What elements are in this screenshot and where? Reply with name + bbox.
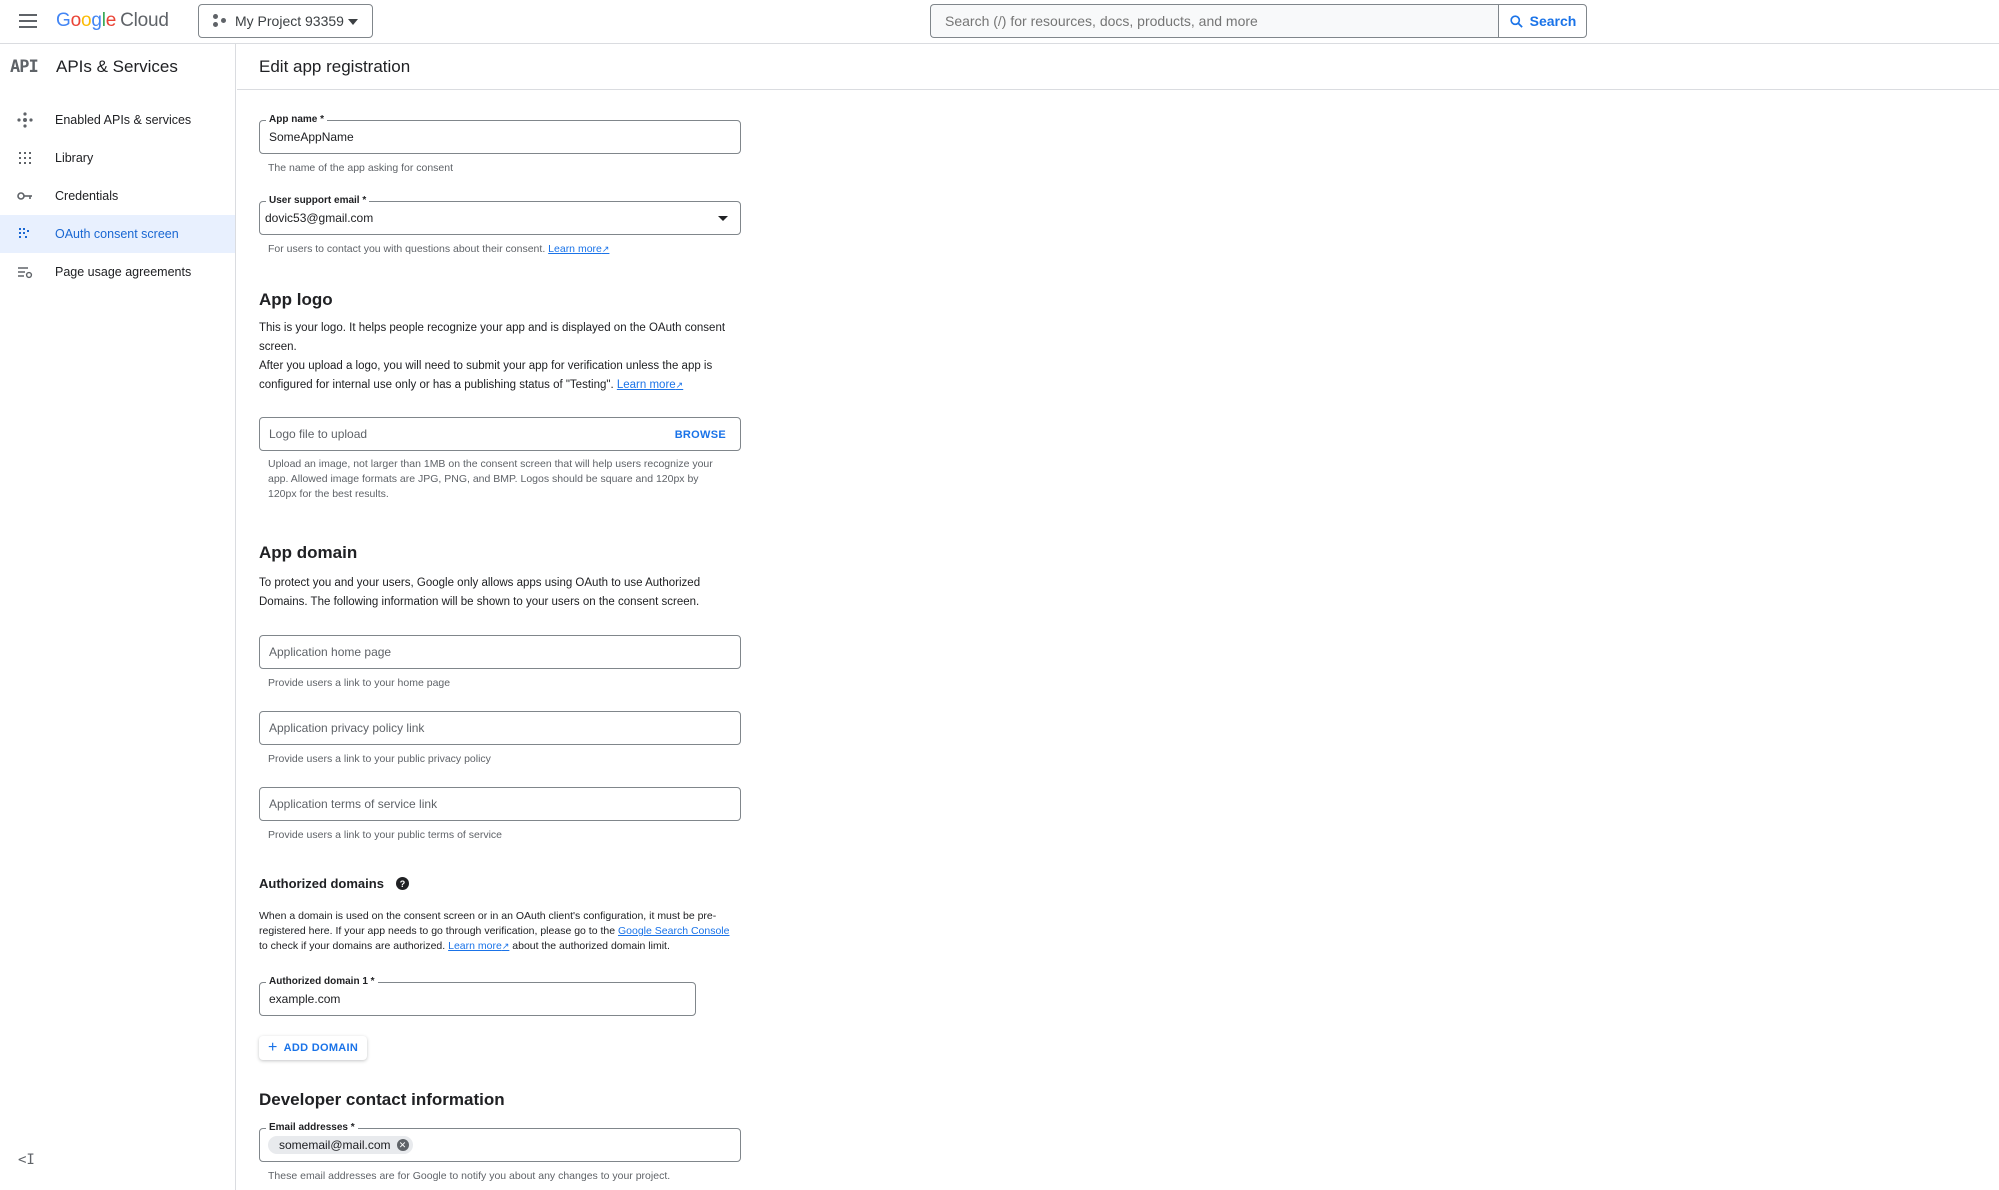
sidebar-item-page-usage[interactable]: Page usage agreements — [0, 253, 235, 291]
search-input[interactable] — [930, 4, 1498, 38]
external-link-icon: ↗ — [601, 244, 610, 254]
sidebar-title: APIs & Services — [56, 56, 178, 76]
add-domain-button[interactable]: + ADD DOMAIN — [259, 1036, 368, 1060]
app-domain-desc: To protect you and your users, Google on… — [259, 577, 701, 608]
search-icon — [1510, 14, 1523, 28]
app-domain-heading: App domain — [259, 543, 358, 562]
page-header: Edit app registration — [237, 44, 1999, 90]
app-logo-desc: This is your logo. It helps people recog… — [259, 322, 726, 353]
authorized-domain-1-field[interactable]: Authorized domain 1 * — [259, 976, 696, 1016]
authorized-domain-1-input[interactable] — [269, 992, 686, 1006]
page-title: Edit app registration — [259, 56, 411, 76]
home-page-hint: Provide users a link to your home page — [268, 677, 451, 689]
home-page-input[interactable] — [269, 645, 731, 659]
authorized-domains-desc: When a domain is used on the consent scr… — [259, 910, 730, 952]
app-name-field[interactable]: App name * — [259, 114, 741, 154]
authorized-domain-1-label: Authorized domain 1 * — [266, 976, 378, 988]
remove-chip-icon[interactable]: ✕ — [396, 1139, 409, 1151]
help-icon[interactable]: ? — [395, 877, 409, 890]
sidebar-header: API APIs & Services — [0, 44, 235, 89]
search-button-label: Search — [1529, 13, 1577, 29]
edit-app-form: App name * The name of the app asking fo… — [259, 90, 741, 1184]
logo-upload-input[interactable] — [269, 427, 731, 441]
collapse-sidebar-icon[interactable]: <I — [18, 1152, 35, 1168]
developer-email-field[interactable]: Email addresses * somemail@mail.com ✕ — [259, 1122, 741, 1162]
support-email-select[interactable]: User support email * dovic53@gmail.com — [259, 195, 741, 235]
app-name-label: App name * — [266, 114, 328, 126]
top-bar: Google Cloud My Project 93359 Search — [0, 0, 1999, 44]
sidebar-item-credentials[interactable]: Credentials — [0, 177, 235, 215]
consent-icon — [16, 225, 34, 243]
terms-of-service-hint: Provide users a link to your public term… — [268, 829, 503, 841]
privacy-policy-input[interactable] — [269, 721, 731, 735]
email-chip: somemail@mail.com ✕ — [268, 1136, 413, 1154]
learn-more-link[interactable]: Learn more↗ — [448, 940, 509, 952]
developer-email-hint: These email addresses are for Google to … — [268, 1170, 671, 1182]
sidebar-item-library[interactable]: Library — [0, 139, 235, 177]
api-badge: API — [10, 56, 39, 77]
app-logo-desc-verification: After you upload a logo, you will need t… — [259, 360, 713, 391]
privacy-policy-field[interactable] — [259, 711, 741, 745]
browse-button[interactable]: BROWSE — [675, 429, 726, 441]
sidebar-item-oauth-consent[interactable]: OAuth consent screen — [0, 215, 235, 253]
sidebar-item-label: Enabled APIs & services — [55, 113, 192, 127]
terms-of-service-input[interactable] — [269, 797, 731, 811]
sidebar-item-label: Library — [55, 151, 94, 165]
support-email-value: dovic53@gmail.com — [265, 211, 374, 225]
hub-icon — [16, 111, 34, 129]
sidebar-item-label: OAuth consent screen — [55, 227, 179, 241]
support-email-hint: For users to contact you with questions … — [268, 243, 610, 255]
plus-icon: + — [268, 1039, 278, 1056]
key-icon — [16, 187, 34, 205]
privacy-policy-hint: Provide users a link to your public priv… — [268, 753, 491, 765]
sidebar: API APIs & Services Enabled APIs & servi… — [0, 44, 236, 1190]
learn-more-link[interactable]: Learn more↗ — [548, 243, 609, 255]
logo-upload-field[interactable]: BROWSE — [259, 417, 741, 451]
app-name-input[interactable] — [269, 130, 731, 144]
authorized-domains-heading: Authorized domains ? — [259, 876, 739, 891]
add-domain-row: + ADD DOMAIN — [259, 1036, 739, 1060]
sidebar-item-label: Credentials — [55, 189, 119, 203]
project-name: My Project 93359 — [235, 13, 344, 29]
developer-email-label: Email addresses * — [266, 1122, 358, 1134]
sidebar-item-label: Page usage agreements — [55, 265, 192, 279]
learn-more-link[interactable]: Learn more↗ — [617, 379, 683, 391]
external-link-icon: ↗ — [501, 941, 510, 951]
app-name-hint: The name of the app asking for consent — [268, 162, 454, 174]
sidebar-nav: Enabled APIs & services Library Credenti… — [0, 101, 235, 291]
external-link-icon: ↗ — [675, 380, 684, 390]
chevron-down-icon — [348, 19, 358, 25]
agreements-icon — [16, 263, 34, 281]
support-email-label: User support email * — [266, 195, 370, 207]
google-cloud-logo[interactable]: Google Cloud — [56, 10, 169, 32]
search-button[interactable]: Search — [1498, 4, 1587, 38]
logo-upload-hint: Upload an image, not larger than 1MB on … — [268, 458, 713, 500]
google-search-console-link[interactable]: Google Search Console — [618, 925, 730, 937]
app-logo-heading: App logo — [259, 290, 333, 309]
sidebar-item-enabled-apis[interactable]: Enabled APIs & services — [0, 101, 235, 139]
library-icon — [16, 149, 34, 167]
developer-contact-heading: Developer contact information — [259, 1090, 505, 1109]
terms-of-service-field[interactable] — [259, 787, 741, 821]
project-picker-button[interactable]: My Project 93359 — [198, 4, 373, 38]
main-menu-icon[interactable] — [16, 10, 40, 34]
project-icon — [213, 14, 227, 28]
chevron-down-icon — [718, 216, 728, 221]
home-page-field[interactable] — [259, 635, 741, 669]
